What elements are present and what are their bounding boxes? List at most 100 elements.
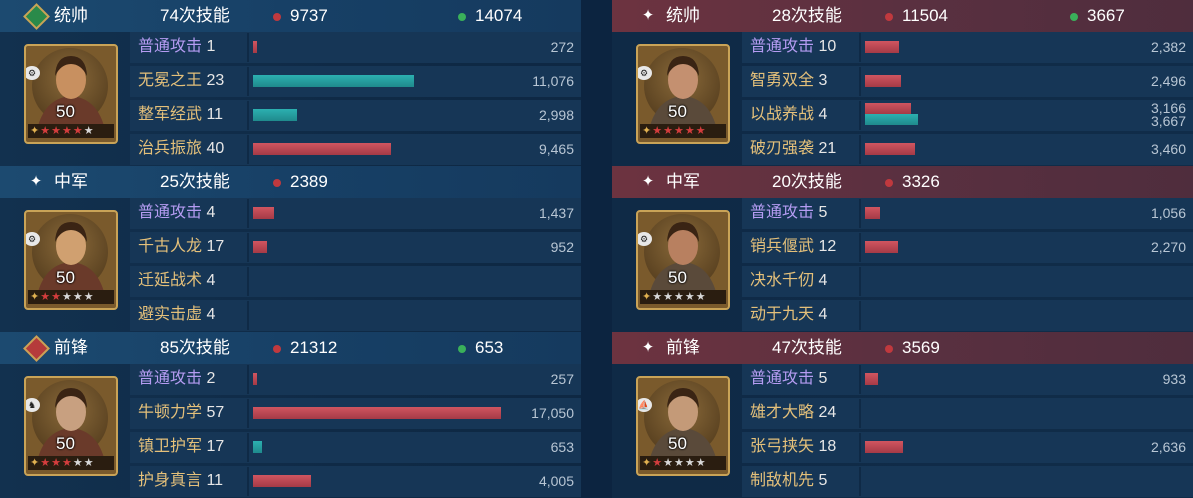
skill-name: 张弓挟矢 18 — [750, 437, 836, 457]
damage-dot-icon — [885, 13, 893, 21]
heal-bar — [253, 75, 414, 87]
skill-use-count: 4 — [206, 306, 216, 323]
chariot-icon: ⚙ — [638, 66, 652, 80]
skill-row: 牛顿力学 57 17,050 — [130, 397, 581, 429]
sparkle-icon: ✦ — [641, 7, 655, 24]
star-icon: ★ — [652, 291, 663, 303]
skill-use-count: 10 — [818, 38, 837, 55]
skill-count: 74次技能 — [160, 6, 230, 25]
damage-bar — [865, 441, 903, 453]
skill-use-count: 1 — [206, 38, 216, 55]
hero-portrait[interactable]: ⚙ 50 ✦ ★ ★ ★ ★ ★ — [24, 210, 118, 310]
damage-bar — [253, 41, 257, 53]
skill-value: 2,636 — [1150, 439, 1186, 455]
skill-use-count: 4 — [818, 272, 828, 289]
damage-bar — [253, 207, 274, 219]
hero-level: 50 — [56, 434, 75, 453]
skill-value: 4,005 — [538, 473, 574, 489]
skill-count: 47次技能 — [772, 338, 842, 357]
skill-use-count: 40 — [206, 140, 225, 157]
hero-header: ✦ 前锋 47次技能 3569 — [612, 332, 1193, 364]
skill-count: 28次技能 — [772, 6, 842, 25]
skill-name: 护身真言 11 — [138, 471, 223, 491]
skill-name: 以战养战 4 — [750, 105, 827, 125]
chariot-icon: ⚙ — [26, 66, 40, 80]
hero-portrait[interactable]: ⛵ 50 ✦ ★ ★ ★ ★ ★ — [636, 376, 730, 476]
hero-portrait[interactable]: ⚙ 50 ✦ ★ ★ ★ ★ ★ — [636, 210, 730, 310]
star-emblem-icon: ✦ — [30, 125, 40, 137]
skill-value: 2,382 — [1150, 39, 1186, 55]
skill-value: 272 — [550, 39, 574, 55]
skill-use-count: 17 — [206, 438, 225, 455]
panel-divider — [581, 0, 612, 498]
skill-label: 普通攻击 — [750, 204, 815, 221]
star-icon: ★ — [83, 291, 94, 303]
skill-value: 653 — [550, 439, 574, 455]
skill-value: 2,270 — [1150, 239, 1186, 255]
damage-total: 11504 — [902, 6, 949, 25]
star-icon: ★ — [51, 125, 61, 137]
hero-section: ✦ 中军 25次技能 2389 ⚙ 50 ✦ ★ ★ ★ ★ ★ 普通攻击 4 1,437 千古人龙 17 9… — [0, 166, 581, 331]
star-icon: ★ — [684, 457, 695, 469]
hero-portrait[interactable]: ♞ 50 ✦ ★ ★ ★ ★ ★ — [24, 376, 118, 476]
star-icon: ★ — [684, 125, 695, 137]
skill-row: 普通攻击 10 2,382 — [742, 31, 1193, 63]
sparkle-icon: ✦ — [641, 339, 655, 356]
skill-value: 17,050 — [531, 405, 574, 421]
hero-section: 前锋 85次技能 21312 653 ♞ 50 ✦ ★ ★ ★ ★ ★ 普通攻击 2 257 牛顿力学 57… — [0, 332, 581, 497]
skill-value: 3,667 — [1150, 113, 1186, 129]
skill-name: 牛顿力学 57 — [138, 403, 224, 423]
skill-use-count: 23 — [206, 72, 225, 89]
star-icon: ★ — [663, 457, 673, 469]
star-emblem-icon: ✦ — [642, 457, 652, 469]
skill-name: 整军经武 11 — [138, 105, 223, 125]
damage-dot-icon — [273, 345, 281, 353]
skill-name: 普通攻击 5 — [750, 369, 827, 389]
star-icon: ★ — [40, 125, 51, 137]
heal-total: 3667 — [1087, 6, 1125, 25]
horse-icon: ♞ — [26, 398, 40, 412]
skill-use-count: 11 — [206, 472, 224, 489]
star-icon: ★ — [40, 291, 51, 303]
hero-section: ✦ 中军 20次技能 3326 ⚙ 50 ✦ ★ ★ ★ ★ ★ 普通攻击 5 1,056 销兵偃武 12 2… — [612, 166, 1193, 331]
chariot-icon: ⚙ — [638, 232, 652, 246]
hero-level: 50 — [668, 102, 687, 121]
skill-name: 销兵偃武 12 — [750, 237, 836, 257]
hero-portrait[interactable]: ⚙ 50 ✦ ★ ★ ★ ★ ★ — [24, 44, 118, 144]
skill-name: 制敌机先 5 — [750, 471, 827, 491]
skill-row: 迁延战术 4 — [130, 265, 581, 297]
skill-row: 普通攻击 1 272 — [130, 31, 581, 63]
skill-label: 普通攻击 — [138, 38, 203, 55]
damage-bar — [865, 241, 898, 253]
heal-dot-icon — [458, 13, 466, 21]
hero-portrait[interactable]: ⚙ 50 ✦ ★ ★ ★ ★ ★ — [636, 44, 730, 144]
star-emblem-icon: ✦ — [30, 457, 40, 469]
role-badge-icon — [22, 2, 50, 30]
skill-use-count: 4 — [818, 306, 828, 323]
star-rating: ✦ ★ ★ ★ ★ ★ — [28, 124, 114, 138]
hero-level: 50 — [668, 268, 687, 287]
skill-row: 千古人龙 17 952 — [130, 231, 581, 263]
hero-header: 统帅 74次技能 9737 14074 — [0, 0, 581, 32]
skill-value: 2,496 — [1150, 73, 1186, 89]
skill-row: 普通攻击 5 1,056 — [742, 197, 1193, 229]
star-icon: ★ — [673, 457, 684, 469]
skill-use-count: 4 — [818, 106, 828, 123]
skill-use-count: 5 — [818, 472, 828, 489]
heal-bar — [253, 109, 297, 121]
skill-label: 普通攻击 — [138, 370, 203, 387]
skill-use-count: 5 — [818, 370, 828, 387]
skill-use-count: 11 — [206, 106, 224, 123]
star-icon: ★ — [61, 125, 72, 137]
damage-bar — [865, 373, 878, 385]
heal-bar — [865, 114, 918, 125]
skill-name: 千古人龙 17 — [138, 237, 224, 257]
skill-row: 张弓挟矢 18 2,636 — [742, 431, 1193, 463]
star-icon: ★ — [83, 457, 94, 469]
skill-label: 千古人龙 — [138, 238, 203, 255]
role-badge-icon — [22, 334, 50, 362]
skill-name: 智勇双全 3 — [750, 71, 827, 91]
chariot-icon: ⚙ — [26, 232, 40, 246]
heal-bar — [253, 441, 262, 453]
heal-dot-icon — [458, 345, 466, 353]
